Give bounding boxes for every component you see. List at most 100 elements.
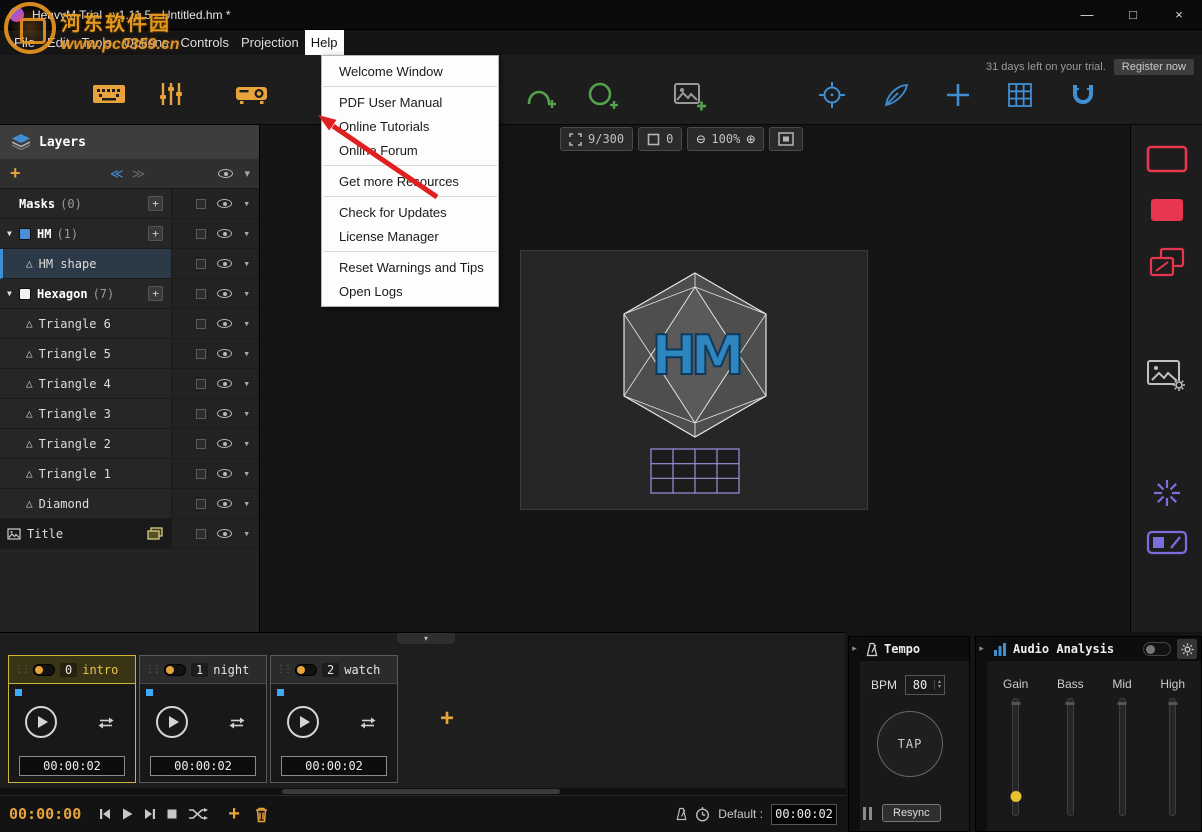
keyboard-shortcuts-icon[interactable] <box>92 82 126 106</box>
layer-checkbox[interactable] <box>196 229 206 239</box>
expander-icon[interactable]: ▼ <box>7 229 19 238</box>
layer-color-swatch[interactable] <box>19 228 31 240</box>
visibility-eye-icon[interactable] <box>217 439 232 448</box>
loop-icon[interactable] <box>359 716 377 730</box>
spinner-down-icon[interactable]: ▾ <box>938 685 941 690</box>
layer-checkbox[interactable] <box>196 379 206 389</box>
menu-item-reset-warnings[interactable]: Reset Warnings and Tips <box>322 255 498 279</box>
chevron-down-icon[interactable]: ▾ <box>243 227 250 240</box>
sequence-toggle[interactable] <box>164 664 186 676</box>
add-layer-button[interactable]: + <box>10 163 34 184</box>
menu-item-pdf-user-manual[interactable]: PDF User Manual <box>322 90 498 114</box>
visibility-eye-icon[interactable] <box>217 349 232 358</box>
gain-knob[interactable] <box>1010 791 1021 802</box>
visibility-eye-icon[interactable] <box>217 379 232 388</box>
media-settings-icon[interactable] <box>1146 357 1188 393</box>
menu-tools[interactable]: Tools <box>75 30 117 55</box>
visibility-eye-icon[interactable] <box>217 409 232 418</box>
visibility-eye-icon[interactable] <box>217 199 232 208</box>
sequence-play-button[interactable] <box>287 706 319 738</box>
chevron-down-icon[interactable]: ▾ <box>243 497 250 510</box>
layer-checkbox[interactable] <box>196 469 206 479</box>
sequence-card-1[interactable]: ⋮⋮ 1 night 00:00:02 <box>139 655 267 783</box>
toggle-transition-icon[interactable] <box>1146 529 1188 556</box>
audio-collapse-strip[interactable]: ▸ <box>976 637 987 831</box>
visibility-eye-icon[interactable] <box>217 259 232 268</box>
shuffle-button[interactable] <box>188 807 208 821</box>
effects-burst-icon[interactable] <box>1151 477 1183 509</box>
add-point-plus-icon[interactable] <box>946 83 970 107</box>
layer-row-triangle-1[interactable]: △ Triangle 1 ▾ <box>0 459 259 489</box>
chevron-down-icon[interactable]: ▾ <box>243 407 250 420</box>
gain-slider[interactable] <box>1012 698 1019 816</box>
border-style-icon[interactable] <box>1146 145 1188 173</box>
projection-preview-stage[interactable]: HM <box>520 250 868 510</box>
sequence-card-0[interactable]: ⋮⋮ 0 intro ▴ 00:00:02 <box>8 655 136 783</box>
loop-icon[interactable] <box>228 716 246 730</box>
layer-checkbox[interactable] <box>196 349 206 359</box>
chevron-down-icon[interactable]: ▾ <box>243 317 250 330</box>
layer-row-triangle-2[interactable]: △ Triangle 2 ▾ <box>0 429 259 459</box>
layer-checkbox[interactable] <box>196 199 206 209</box>
sequence-duration[interactable]: 00:00:02 <box>150 756 256 776</box>
menu-file[interactable]: File <box>8 30 41 55</box>
bpm-input[interactable] <box>906 678 934 692</box>
tap-tempo-button[interactable]: TAP <box>877 711 943 777</box>
crosshair-target-icon[interactable] <box>818 81 846 109</box>
layer-row-triangle-5[interactable]: △ Triangle 5 ▾ <box>0 339 259 369</box>
default-duration-value[interactable]: 00:00:02 <box>771 804 837 825</box>
register-now-button[interactable]: Register now <box>1114 59 1194 75</box>
chevron-down-icon[interactable]: ▾ <box>243 287 250 300</box>
visibility-eye-icon[interactable] <box>217 529 232 538</box>
controls-faders-icon[interactable] <box>158 81 184 107</box>
feather-draw-icon[interactable] <box>883 82 909 108</box>
loop-icon[interactable] <box>97 716 115 730</box>
zoom-in-button[interactable]: ⊕ <box>746 130 755 148</box>
maximize-button[interactable]: □ <box>1110 0 1156 29</box>
panel-collapse-tab[interactable]: ▾ <box>397 633 455 644</box>
fill-style-icon[interactable] <box>1149 197 1185 223</box>
mid-slider[interactable] <box>1119 698 1126 816</box>
add-sequence-button[interactable]: + <box>440 705 454 733</box>
chevron-down-icon[interactable]: ▾ <box>243 197 250 210</box>
bass-slider[interactable] <box>1067 698 1074 816</box>
layer-row-triangle-6[interactable]: △ Triangle 6 ▾ <box>0 309 259 339</box>
visibility-eye-icon[interactable] <box>217 499 232 508</box>
menu-controls[interactable]: Controls <box>175 30 235 55</box>
drag-handle-icon[interactable]: ⋮⋮ <box>14 664 28 675</box>
chevron-down-icon[interactable]: ▾ <box>243 527 250 540</box>
grid-warp-icon[interactable] <box>1007 82 1033 108</box>
menu-item-get-more-resources[interactable]: Get more Resources <box>322 169 498 193</box>
zoom-out-button[interactable]: ⊖ <box>696 130 705 148</box>
move-layer-backward-icon[interactable]: ≪ <box>110 166 124 182</box>
expander-icon[interactable]: ▼ <box>7 289 19 298</box>
chevron-down-icon[interactable]: ▾ <box>243 377 250 390</box>
add-circle-shape-icon[interactable] <box>587 81 619 111</box>
magnet-snap-icon[interactable] <box>1070 82 1096 108</box>
menu-item-online-tutorials[interactable]: Online Tutorials <box>322 114 498 138</box>
horizontal-scrollbar[interactable] <box>0 788 845 795</box>
menu-projection[interactable]: Projection <box>235 30 305 55</box>
minimize-button[interactable]: — <box>1064 0 1110 29</box>
move-layer-forward-icon[interactable]: ≫ <box>132 166 146 182</box>
visibility-eye-icon[interactable] <box>217 319 232 328</box>
layer-row-hexagon-group[interactable]: ▼ Hexagon (7) + ▾ <box>0 279 259 309</box>
sequence-duration[interactable]: 00:00:02 <box>281 756 387 776</box>
fit-view-button[interactable] <box>769 127 803 151</box>
chevron-down-icon[interactable]: ▾ <box>243 257 250 270</box>
layer-checkbox[interactable] <box>196 499 206 509</box>
copy-style-icon[interactable] <box>1149 247 1185 279</box>
layer-row-title[interactable]: Title ▾ <box>0 519 259 549</box>
menu-help[interactable]: Help <box>305 30 344 55</box>
skip-start-button[interactable] <box>99 808 111 820</box>
add-mask-button[interactable]: + <box>148 196 163 211</box>
drag-handle-icon[interactable]: ⋮⋮ <box>145 664 159 675</box>
layer-checkbox[interactable] <box>196 259 206 269</box>
sequence-duration[interactable]: 00:00:02 <box>19 756 125 776</box>
layer-row-hm-shape[interactable]: △ HM shape ▾ <box>0 249 259 279</box>
menu-item-license-manager[interactable]: License Manager <box>322 224 498 248</box>
add-shape-to-group-button[interactable]: + <box>148 226 163 241</box>
layer-row-hm-group[interactable]: ▼ HM (1) + ▾ <box>0 219 259 249</box>
stop-button[interactable] <box>167 809 177 819</box>
sequence-card-2[interactable]: ⋮⋮ 2 watch 00:00:02 <box>270 655 398 783</box>
